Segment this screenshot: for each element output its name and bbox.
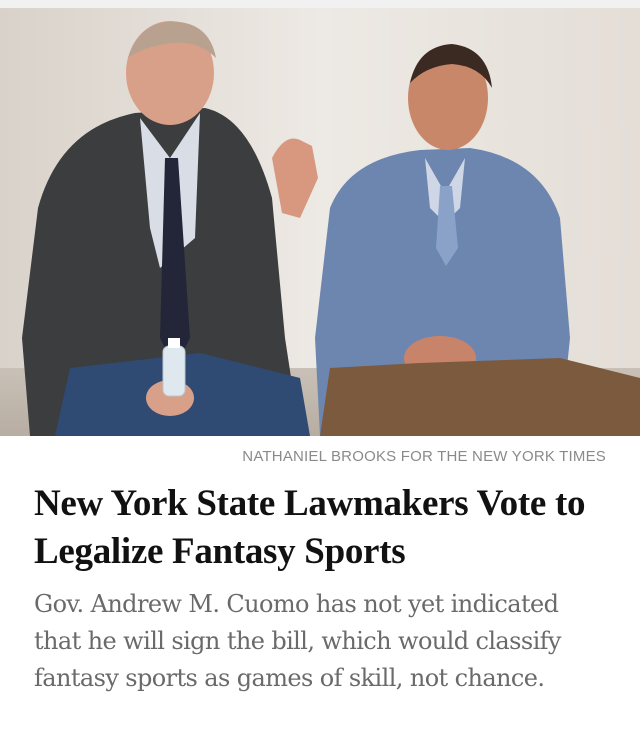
article-headline[interactable]: New York State Lawmakers Vote to Legaliz… bbox=[34, 480, 614, 576]
article-summary: Gov. Andrew M. Cuomo has not yet indicat… bbox=[34, 590, 562, 692]
article-card[interactable]: NATHANIEL BROOKS FOR THE NEW YORK TIMES … bbox=[0, 0, 640, 736]
photo-illustration bbox=[0, 8, 640, 436]
top-divider bbox=[0, 0, 640, 8]
photo-credit: NATHANIEL BROOKS FOR THE NEW YORK TIMES bbox=[242, 448, 606, 465]
article-photo[interactable] bbox=[0, 8, 640, 436]
